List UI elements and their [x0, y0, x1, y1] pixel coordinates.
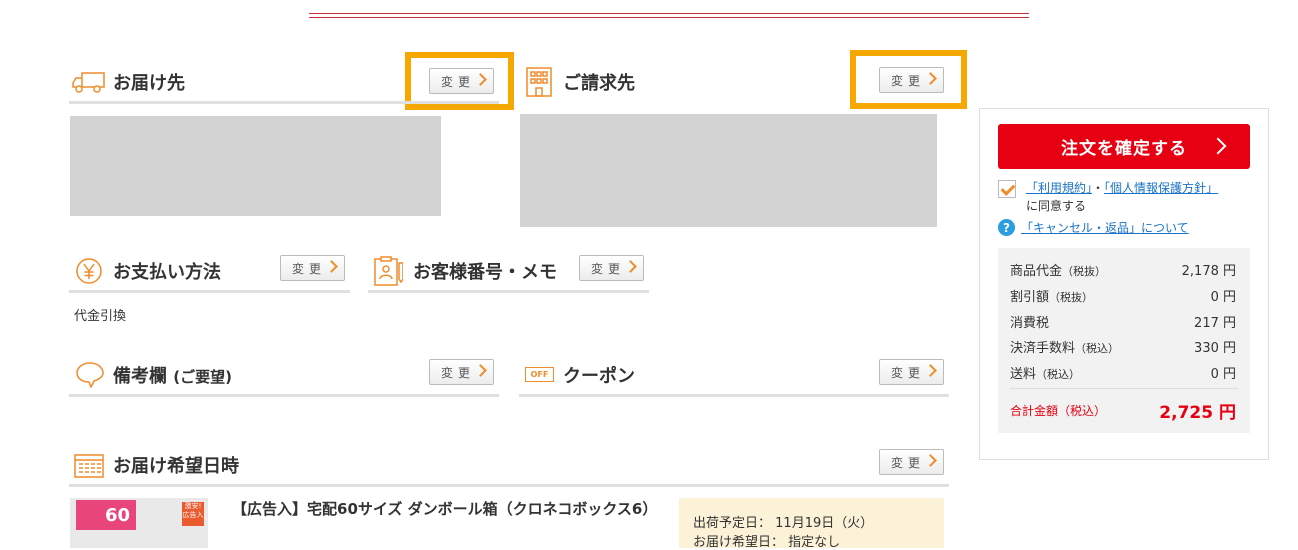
section-divider [69, 484, 949, 487]
chevron-right-icon [624, 260, 637, 273]
chevron-right-icon [325, 260, 338, 273]
price-summary: 商品代金（税抜） 2,178 円 割引額（税抜） 0 円 消費税 217 円 決済手数… [998, 248, 1250, 433]
cancel-policy-link[interactable]: 「キャンセル・返品」について [1021, 219, 1189, 236]
section-divider [368, 290, 649, 293]
chevron-right-icon [474, 364, 487, 377]
summary-row: 商品代金（税抜） 2,178 円 [1010, 264, 1236, 279]
billing-address-redacted [520, 114, 937, 227]
remarks-change-button[interactable]: 変更 [429, 359, 494, 385]
speech-bubble-icon [75, 360, 105, 389]
summary-divider [1010, 388, 1238, 389]
chevron-right-icon [1209, 137, 1227, 155]
section-divider [69, 290, 350, 293]
customer-number-title: お客様番号・メモ [413, 262, 557, 283]
summary-row: 割引額（税抜） 0 円 [1010, 290, 1236, 305]
coupon-icon: OFF [525, 367, 554, 382]
clipboard-person-icon [373, 255, 404, 287]
terms-link[interactable]: 「利用規約」 [1026, 181, 1092, 195]
agree-text: 「利用規約」・「個人情報保護方針」 に同意する [1026, 181, 1219, 213]
product-name[interactable]: 【広告入】宅配60サイズ ダンボール箱（クロネコボックス6） [232, 497, 657, 521]
yen-icon [75, 257, 103, 285]
payment-method-value: 代金引換 [74, 309, 127, 324]
chevron-right-icon [924, 72, 937, 85]
section-divider [69, 394, 499, 397]
billing-title: ご請求先 [563, 73, 635, 94]
header-divider [309, 13, 1029, 14]
header-divider [309, 17, 1029, 18]
size-badge: 60 [76, 500, 136, 530]
delivery-date-title: お届け希望日時 [113, 456, 239, 477]
building-icon [525, 66, 553, 98]
truck-icon [72, 70, 106, 94]
privacy-link[interactable]: 「個人情報保護方針」 [1104, 181, 1218, 195]
chevron-right-icon [924, 364, 937, 377]
ship-date-row: 出荷予定日： 11月19日（火） [693, 516, 874, 531]
cheap-badge: 激安!広告入 [182, 502, 204, 526]
help-icon: ? [998, 219, 1015, 236]
customer-number-change-button[interactable]: 変更 [579, 255, 644, 281]
total-row: 合計金額（税込） 2,725 円 [1010, 398, 1236, 423]
payment-title: お支払い方法 [113, 262, 221, 283]
coupon-title: クーポン [563, 366, 635, 387]
section-divider [69, 101, 499, 104]
chevron-right-icon [474, 73, 487, 86]
billing-change-button[interactable]: 変更 [879, 67, 944, 93]
summary-row: 送料（税込） 0 円 [1010, 367, 1236, 382]
delivery-change-button[interactable]: 変更 [429, 68, 494, 94]
calendar-icon [74, 452, 104, 478]
delivery-address-redacted [70, 116, 441, 216]
summary-row: 決済手数料（税込） 330 円 [1010, 341, 1236, 356]
chevron-right-icon [924, 454, 937, 467]
confirm-order-button[interactable]: 注文を確定する [998, 124, 1250, 169]
section-divider [519, 394, 949, 397]
summary-row: 消費税 217 円 [1010, 316, 1236, 331]
remarks-title: 備考欄 (ご要望) [113, 366, 232, 387]
coupon-change-button[interactable]: 変更 [879, 359, 944, 385]
total-amount: 2,725 円 [1159, 403, 1236, 423]
delivery-title: お届け先 [113, 73, 185, 94]
delivery-date-change-button[interactable]: 変更 [879, 449, 944, 475]
payment-change-button[interactable]: 変更 [280, 255, 345, 281]
agree-checkbox[interactable] [998, 180, 1016, 198]
